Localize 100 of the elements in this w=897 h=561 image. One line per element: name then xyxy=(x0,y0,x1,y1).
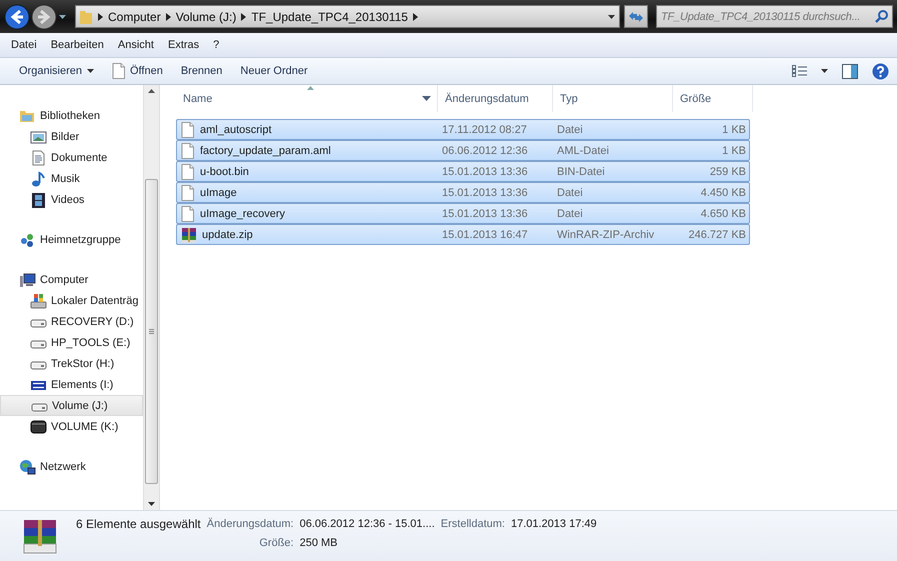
nav-item[interactable]: RECOVERY (D:) xyxy=(0,311,143,332)
file-row[interactable]: uImage 15.01.2013 13:36 Datei 4.450 KB xyxy=(176,182,750,203)
preview-pane-icon[interactable] xyxy=(842,64,858,78)
view-list-icon[interactable] xyxy=(792,64,807,78)
document-icon xyxy=(112,63,125,79)
file-name: uImage_recovery xyxy=(200,208,285,220)
folder-icon xyxy=(79,8,93,24)
file-icon xyxy=(181,184,195,200)
table-cell-text: 15.01.2013 13:36 xyxy=(441,186,529,198)
nav-item[interactable]: Musik xyxy=(0,168,143,189)
field-value: 17.01.2013 17:49 xyxy=(510,518,597,530)
breadcrumb[interactable]: Volume (J:) xyxy=(176,10,236,24)
refresh-arrows-icon xyxy=(628,10,644,22)
drive-icon xyxy=(30,418,47,434)
file-icon xyxy=(181,164,195,180)
search-icon xyxy=(875,10,888,23)
field-value: 250 MB xyxy=(300,537,339,549)
column-header[interactable]: Änderungsdatum xyxy=(438,85,553,112)
toolbar-button[interactable]: Brennen xyxy=(174,62,230,80)
help-icon[interactable] xyxy=(872,62,889,80)
chevron-icon[interactable] xyxy=(412,12,418,20)
nav-item[interactable]: TrekStor (H:) xyxy=(0,353,143,374)
forward-button[interactable] xyxy=(31,4,57,30)
menu-item[interactable]: Bearbeiten xyxy=(44,39,111,51)
caret-icon[interactable] xyxy=(821,69,828,73)
selection-summary: 6 Elemente ausgewählt xyxy=(76,517,201,531)
dropdown-icon[interactable] xyxy=(608,14,615,18)
toolbar-button[interactable]: Organisieren xyxy=(12,62,101,80)
table-cell-text: 4.650 KB xyxy=(700,208,747,220)
file-row[interactable]: u-boot.bin 15.01.2013 13:36 BIN-Datei 259 KB xyxy=(176,161,750,182)
file-icon xyxy=(181,206,195,222)
chevron-icon[interactable] xyxy=(98,12,103,20)
grip-icon xyxy=(149,329,154,334)
field-label: Größe: xyxy=(258,537,294,549)
scroll-down-icon[interactable] xyxy=(148,502,155,506)
menu-item[interactable]: Ansicht xyxy=(110,39,161,51)
nav-item[interactable]: Volume (J:) xyxy=(0,395,143,416)
nav-item[interactable]: Elements (I:) xyxy=(0,374,143,395)
breadcrumb[interactable]: TF_Update_TPC4_20130115 xyxy=(251,10,408,24)
breadcrumb[interactable]: Computer xyxy=(108,10,161,24)
table-cell-text: Datei xyxy=(556,208,584,220)
homegroup-icon xyxy=(19,232,36,248)
menu-item[interactable]: Datei xyxy=(4,39,44,51)
table-cell-text: WinRAR-ZIP-Archiv xyxy=(556,228,656,240)
table-cell-text: BIN-Datei xyxy=(556,166,606,178)
toolbar-button[interactable]: Öffnen xyxy=(104,60,170,82)
table-cell-text: 259 KB xyxy=(708,166,747,178)
table-cell-text: 15.01.2013 13:36 xyxy=(441,208,529,220)
table-cell-text: 246.727 KB xyxy=(688,228,747,240)
nav-item[interactable]: Lokaler Datenträg xyxy=(0,290,143,311)
file-name: aml_autoscript xyxy=(200,124,272,136)
chevron-icon[interactable] xyxy=(166,12,171,20)
scroll-up-icon[interactable] xyxy=(148,89,155,93)
nav-item[interactable]: Dokumente xyxy=(0,147,143,168)
picture-frame-icon xyxy=(30,128,47,144)
toolbar-button[interactable]: Neuer Ordner xyxy=(233,62,315,80)
menu-item[interactable]: Extras xyxy=(160,39,206,51)
nav-item[interactable]: Videos xyxy=(0,189,143,210)
scroll-thumb[interactable] xyxy=(145,179,158,484)
history-dropdown-icon[interactable] xyxy=(58,14,67,20)
table-cell-text: 15.01.2013 13:36 xyxy=(441,166,529,178)
nav-item[interactable]: HP_TOOLS (E:) xyxy=(0,332,143,353)
column-header[interactable]: Typ xyxy=(553,85,673,112)
address-bar[interactable]: Computer Volume (J:) TF_Update_TPC4_20130115 xyxy=(75,5,620,28)
file-row[interactable]: factory_update_param.aml 06.06.2012 12:36 AML-Datei 1 KB xyxy=(176,140,750,161)
column-header[interactable]: Größe xyxy=(673,85,753,112)
column-header[interactable]: Name xyxy=(176,85,438,112)
music-note-icon xyxy=(30,170,47,186)
search-field[interactable]: TF_Update_TPC4_20130115 durchsuch... xyxy=(656,5,893,28)
file-row[interactable]: aml_autoscript 17.11.2012 08:27 Datei 1 KB xyxy=(176,119,750,140)
file-name: uImage xyxy=(200,186,237,198)
table-cell-text: 17.11.2012 08:27 xyxy=(441,124,528,136)
scrollbar[interactable] xyxy=(143,85,159,510)
menu-item[interactable]: ? xyxy=(206,39,226,51)
nav-item[interactable]: VOLUME (K:) xyxy=(0,416,143,437)
chevron-icon[interactable] xyxy=(241,12,246,20)
system-drive-icon xyxy=(30,292,47,308)
back-button[interactable] xyxy=(4,4,30,30)
film-strip-icon xyxy=(30,192,47,208)
file-row[interactable]: uImage_recovery 15.01.2013 13:36 Datei 4.650 KB xyxy=(176,203,750,224)
file-name: u-boot.bin xyxy=(200,166,249,178)
refresh-button[interactable] xyxy=(624,5,648,28)
file-icon xyxy=(181,122,195,138)
table-cell-text: AML-Datei xyxy=(556,144,610,156)
table-cell-text: Datei xyxy=(556,124,584,136)
table-cell-text: 06.06.2012 12:36 xyxy=(441,144,529,156)
table-cell-text: 1 KB xyxy=(721,124,747,136)
document-icon xyxy=(30,150,47,166)
file-name: update.zip xyxy=(202,228,253,240)
computer-icon xyxy=(19,272,36,288)
nav-item[interactable]: Computer xyxy=(0,269,143,290)
nav-item[interactable]: Heimnetzgruppe xyxy=(0,229,143,250)
nav-item[interactable]: Bibliotheken xyxy=(0,105,143,126)
archive-icon xyxy=(181,226,197,242)
file-row[interactable]: update.zip 15.01.2013 16:47 WinRAR-ZIP-Archiv 246.727 KB xyxy=(176,224,750,245)
field-label: Erstelldatum: xyxy=(440,518,505,530)
nav-item[interactable]: Netzwerk xyxy=(0,456,143,477)
table-cell-text: 15.01.2013 16:47 xyxy=(441,228,529,240)
dropdown-icon[interactable] xyxy=(422,96,431,101)
nav-item[interactable]: Bilder xyxy=(0,126,143,147)
